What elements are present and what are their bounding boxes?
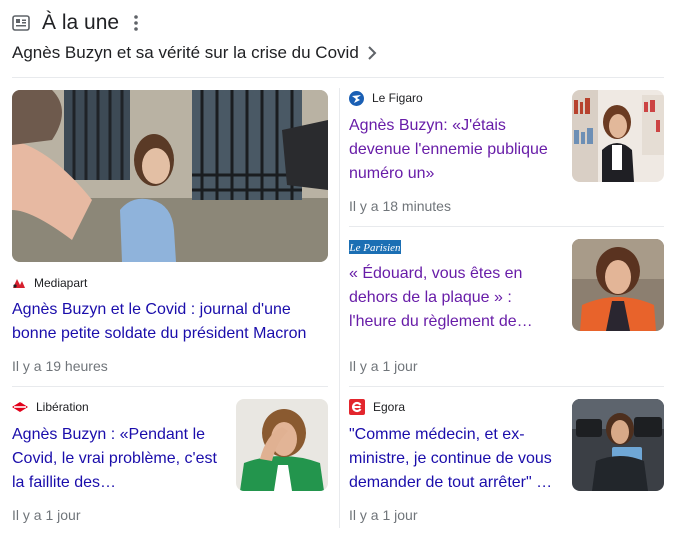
source-row: Egora [349,399,405,415]
story-thumbnail[interactable] [572,90,664,182]
le-parisien-logo: Le Parisien [349,240,401,254]
divider [349,226,664,227]
mediapart-logo-icon [12,277,26,289]
story-thumbnail[interactable] [572,239,664,331]
source-name: Le Figaro [372,91,423,105]
source-row: Mediapart [12,275,87,291]
story-headline[interactable]: Agnès Buzyn : «Pendant le Covid, le vrai… [12,423,222,495]
chevron-right-icon [368,46,377,60]
source-row: Le Parisien [349,239,409,255]
story-timestamp: Il y a 18 minutes [349,198,451,214]
source-name: Mediapart [34,276,88,290]
story-timestamp: Il y a 1 jour [349,507,418,523]
story-timestamp: Il y a 1 jour [349,358,418,374]
section-title: À la une [42,11,120,34]
source-row: Le Figaro [349,90,423,106]
divider [12,77,664,78]
top-stories-header: À la une [12,8,139,38]
le-figaro-logo-icon [349,90,364,106]
source-row: Libération [12,399,89,415]
more-options-icon[interactable] [133,14,139,32]
newspaper-icon [12,15,30,31]
story-image[interactable] [12,90,328,262]
story-headline[interactable]: « Édouard, vous êtes en dehors de la pla… [349,262,559,334]
story-timestamp: Il y a 19 heures [12,358,108,374]
full-coverage-label: Agnès Buzyn et sa vérité sur la crise du… [12,43,359,62]
divider [12,386,328,387]
full-coverage-link[interactable]: Agnès Buzyn et sa vérité sur la crise du… [12,42,377,64]
story-headline[interactable]: "Comme médecin, et ex-ministre, je conti… [349,423,559,495]
story-thumbnail[interactable] [236,399,328,491]
divider [349,386,664,387]
source-name: Libération [36,400,89,414]
column-divider [339,88,340,528]
liberation-logo-icon [12,402,28,412]
story-timestamp: Il y a 1 jour [12,507,81,523]
source-name: Egora [373,400,406,414]
le-parisien-logo-text: Le Parisien [349,242,401,254]
story-headline[interactable]: Agnès Buzyn et le Covid : journal d'une … [12,298,328,346]
egora-logo-icon [349,399,365,415]
story-headline[interactable]: Agnès Buzyn: «J'étais devenue l'ennemie … [349,114,559,186]
story-thumbnail[interactable] [572,399,664,491]
